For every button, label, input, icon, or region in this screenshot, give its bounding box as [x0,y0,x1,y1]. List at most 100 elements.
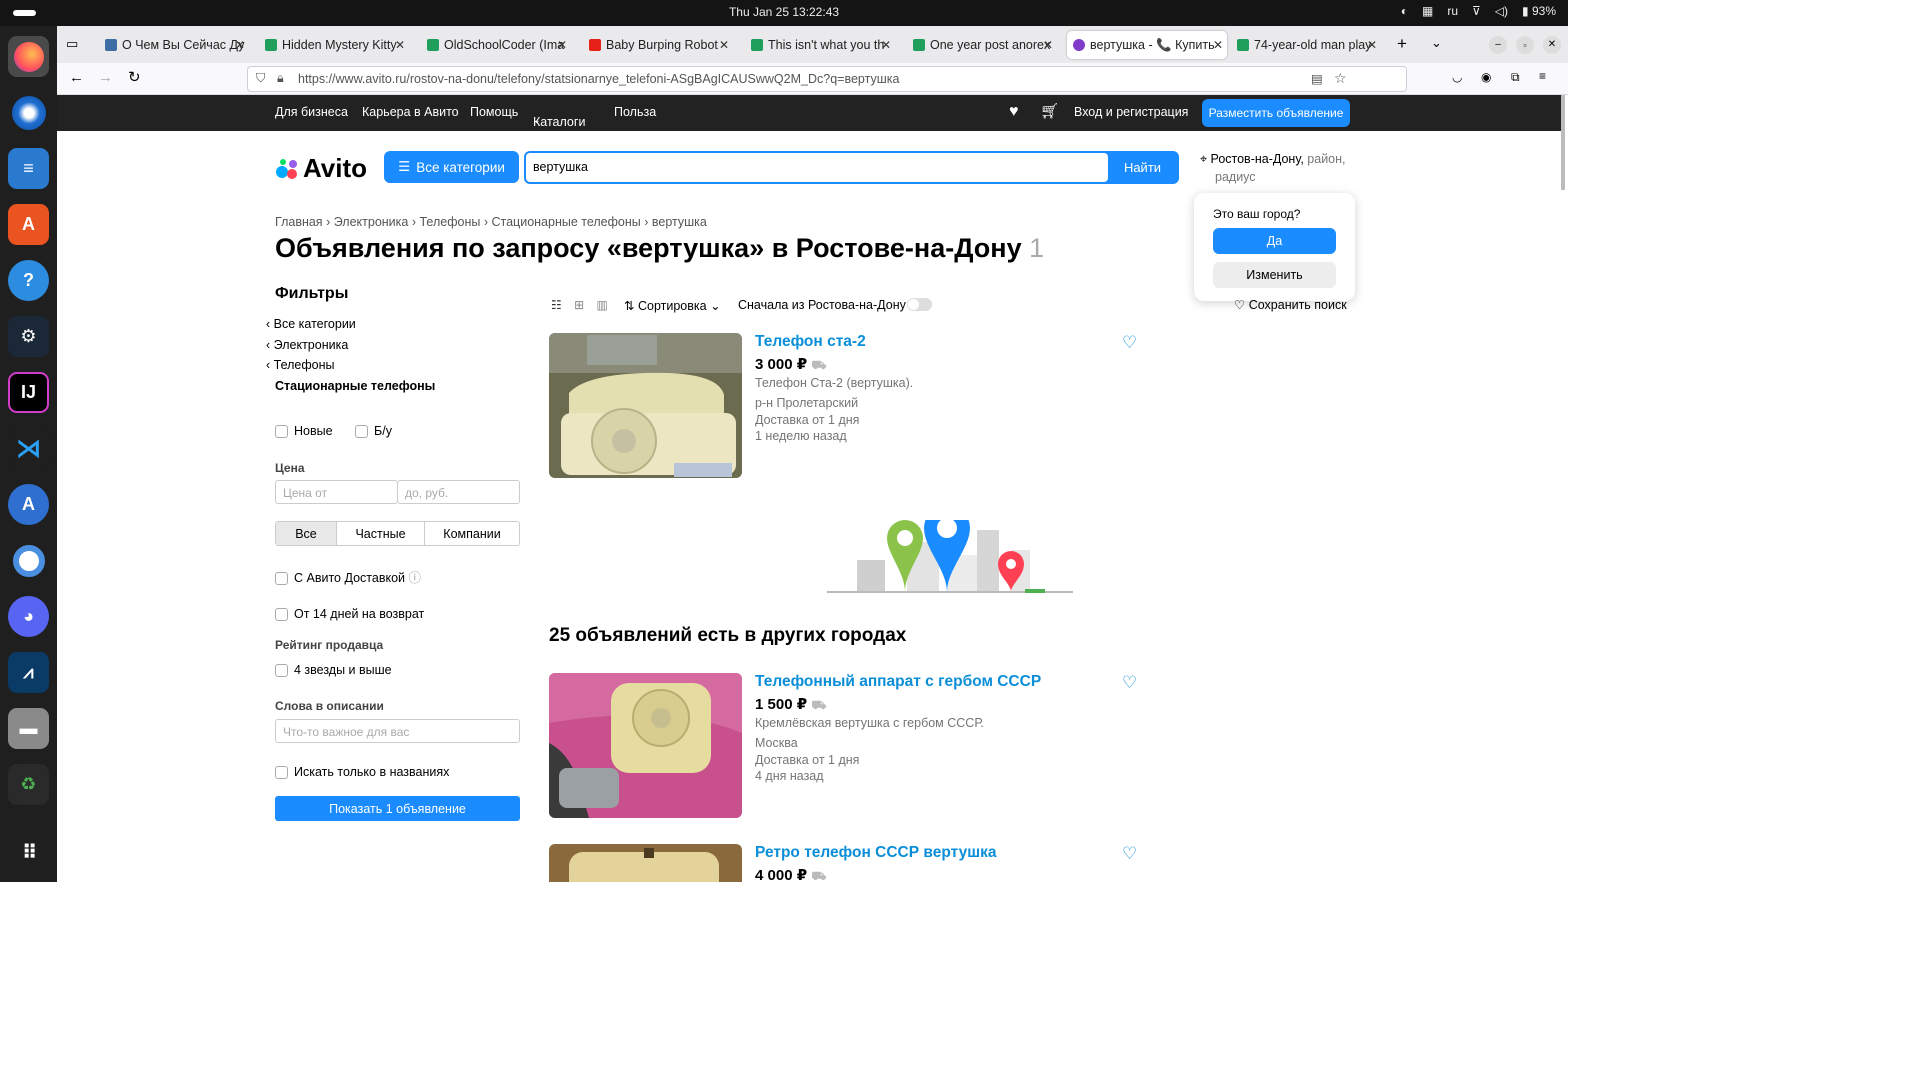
local-first-toggle[interactable] [907,298,932,311]
rating-checkbox[interactable]: 4 звезды и выше [275,663,392,678]
system-tray[interactable]: ◐ ▦ ru ⊽ ◁) ▮ 93% [1401,4,1556,18]
listing-card[interactable]: Телефонный аппарат с гербом СССР 1 500 ₽… [549,673,1149,818]
category-link[interactable]: ‹ Электроника [266,335,435,356]
price-to-input[interactable]: до, руб. [397,480,520,504]
photo-app-icon[interactable]: ⩘ [8,652,49,693]
new-tab-icon[interactable]: + [1397,34,1407,54]
tab-list-icon[interactable]: ⌄ [1431,35,1442,51]
close-icon[interactable]: ✕ [1367,38,1377,52]
benefit-link[interactable]: Польза [614,105,656,119]
close-icon[interactable]: ✕ [395,38,405,52]
tab[interactable]: О Чем Вы Сейчас Ду ✕ [99,31,249,59]
bookmark-star-icon[interactable]: ☆ [1334,70,1347,87]
sort-dropdown[interactable]: ⇅ Сортировка ⌄ [624,298,721,313]
close-icon[interactable]: ✕ [557,38,567,52]
trash-icon[interactable]: ♻ [8,764,49,805]
new-checkbox[interactable]: Новые [275,424,333,439]
extensions-icon[interactable]: ⧉ [1511,70,1520,85]
chromium-icon[interactable] [8,540,49,581]
discord-icon[interactable]: ◕ [8,596,49,637]
keyboard-tray-icon[interactable]: ▦ [1422,4,1433,18]
lock-icon[interactable]: 🔒︎ [277,71,284,86]
listing-image[interactable] [549,673,742,818]
tab[interactable]: 74-year-old man play ✕ [1231,31,1381,59]
maximize-icon[interactable]: ▫ [1516,36,1534,54]
tab[interactable]: OldSchoolCoder (Ima ✕ [421,31,571,59]
account-icon[interactable]: ◉ [1481,70,1491,84]
forward-icon[interactable]: → [98,69,113,86]
titles-only-checkbox[interactable]: Искать только в названиях [275,765,449,780]
files-icon[interactable]: ▬ [8,708,49,749]
close-icon[interactable]: ✕ [1213,38,1223,52]
volume-icon[interactable]: ◁) [1495,4,1508,18]
listing-card[interactable]: Ретро телефон СССР вертушка 4 000 ₽ ⛟ ♡ [549,844,1149,882]
breadcrumb-item[interactable]: вертушка [652,215,707,229]
reader-view-icon[interactable]: ▤ [1311,71,1323,86]
scrollbar[interactable] [1561,95,1565,190]
description-words-input[interactable]: Что-то важное для вас [275,719,520,743]
checkbox[interactable] [275,608,288,622]
checkbox[interactable] [275,425,288,439]
minimize-icon[interactable]: – [1489,36,1507,54]
show-results-button[interactable]: Показать 1 объявление [275,796,520,821]
listing-title[interactable]: Телефон ста-2 [755,333,866,351]
thunderbird-icon[interactable] [8,92,49,133]
search-box[interactable]: вертушка Найти [524,151,1179,184]
steam-icon[interactable]: ⚙ [8,316,49,357]
pocket-icon[interactable]: ◡ [1452,70,1462,84]
tool-icon[interactable]: A [8,484,49,525]
steam-tray-icon[interactable]: ◐ [1401,4,1408,18]
listing-card[interactable]: Телефон ста-2 3 000 ₽ ⛟ Телефон Ста-2 (в… [549,333,1149,478]
reload-icon[interactable]: ↻ [128,68,141,86]
category-link[interactable]: ‹ Телефоны [266,355,435,376]
info-icon[interactable]: ⓘ [408,571,421,585]
shield-icon[interactable]: ⛉ [256,71,265,86]
list-view-icon[interactable]: ☷ [551,298,562,312]
all-categories-button[interactable]: ☰ Все категории [384,151,519,183]
post-ad-button[interactable]: Разместить объявление [1202,99,1350,127]
listing-image[interactable] [549,844,742,882]
favorite-heart-icon[interactable]: ♡ [1122,673,1137,693]
grid-view-icon[interactable]: ⊞ [574,298,584,312]
battery-indicator[interactable]: ▮ 93% [1522,4,1556,18]
language-indicator[interactable]: ru [1447,4,1458,18]
listing-title[interactable]: Телефонный аппарат с гербом СССР [755,673,1041,691]
listing-image[interactable] [549,333,742,478]
checkbox[interactable] [355,425,369,439]
cart-icon[interactable]: 🛒︎ [1040,102,1059,120]
business-link[interactable]: Для бизнеса [275,105,348,119]
vscode-icon[interactable]: ⋊ [8,428,49,469]
tab-overview-icon[interactable]: ▭ [66,36,78,52]
login-link[interactable]: Вход и регистрация [1074,105,1188,119]
segment-all[interactable]: Все [276,522,337,545]
breadcrumb-item[interactable]: Телефоны [420,215,481,229]
window-close-icon[interactable]: ✕ [1543,36,1561,54]
url-bar[interactable]: ⛉ 🔒︎ https://www.avito.ru/rostov-na-donu… [247,66,1407,92]
favorites-heart-icon[interactable]: ♥ [1009,103,1019,121]
writer-icon[interactable]: ≡ [8,148,49,189]
network-icon[interactable]: ⊽ [1472,4,1481,18]
avito-delivery-checkbox[interactable]: С Авито Доставкой ⓘ [275,567,421,586]
segment-private[interactable]: Частные [337,522,425,545]
breadcrumb-item[interactable]: Электроника [334,215,409,229]
change-city-button[interactable]: Изменить [1213,262,1336,288]
avito-logo[interactable]: Avito [275,153,367,184]
career-link[interactable]: Карьера в Авито [362,105,459,119]
search-input[interactable]: вертушка [526,153,1108,182]
firefox-icon[interactable] [8,36,49,77]
back-icon[interactable]: ← [69,69,84,86]
checkbox[interactable] [275,766,288,780]
find-button[interactable]: Найти [1108,153,1177,182]
favorite-heart-icon[interactable]: ♡ [1122,333,1137,353]
location-selector[interactable]: ⌖ Ростов-на-Дону, район, радиус [1200,150,1380,186]
clock[interactable]: Thu Jan 25 13:22:43 [0,5,1568,19]
checkbox[interactable] [275,664,288,678]
close-icon[interactable]: ✕ [881,38,891,52]
intellij-icon[interactable]: IJ [8,372,49,413]
help-link[interactable]: Помощь [470,105,518,119]
tab[interactable]: Hidden Mystery Kitty ✕ [259,31,409,59]
category-link[interactable]: ‹ Все категории [266,314,435,335]
checkbox[interactable] [275,572,288,586]
price-from-input[interactable]: Цена от [275,480,398,504]
breadcrumb-item[interactable]: Стационарные телефоны [491,215,640,229]
